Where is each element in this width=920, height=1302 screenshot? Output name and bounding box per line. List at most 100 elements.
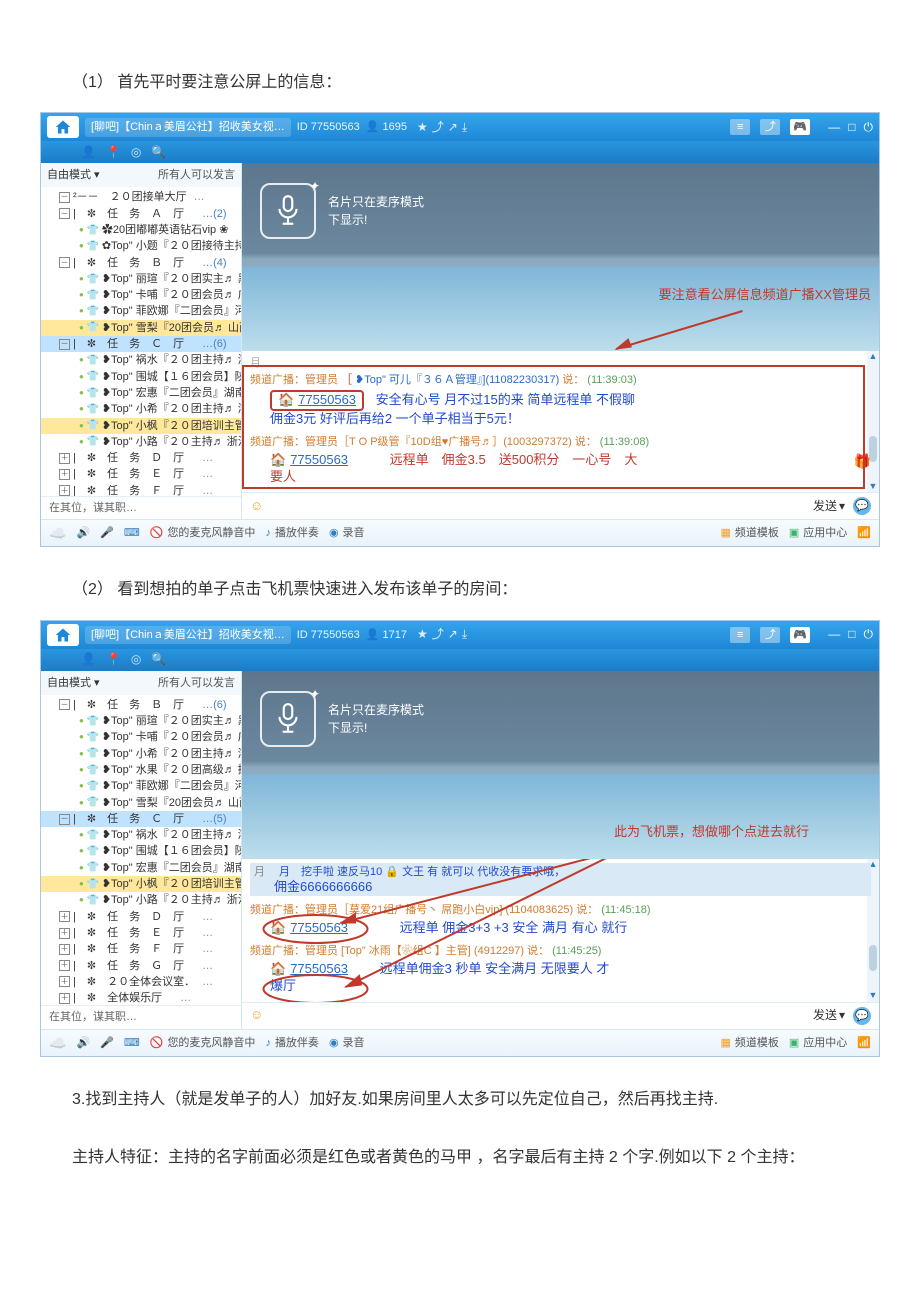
emoji-icon[interactable]: ☺ (250, 498, 263, 515)
chat-bubble-icon[interactable]: 💬 (853, 1007, 871, 1025)
title-tab[interactable]: [聊吧]【Chinａ美眉公社】招收美女视… (85, 626, 291, 644)
tree-node[interactable]: －| ✼ 任 务 Ｃ 厅 …(5) (41, 811, 241, 827)
tree-node[interactable]: ●👕❥Top" 宏惠『二团会员』湖南6 (41, 860, 241, 876)
mic-mute-icon[interactable]: 🎤 (100, 526, 114, 540)
tree-node[interactable]: ●👕❥Top" 宏惠『二团会员』湖南6 (41, 385, 241, 401)
mode-select[interactable]: 自由模式 ▾ (47, 168, 100, 182)
record-icon[interactable]: ◉ (329, 1036, 339, 1050)
close-button[interactable]: ⏻ (864, 120, 874, 136)
channel-tree[interactable]: －²－－ ２０团接单大厅…－| ✼ 任 务 Ａ 厅 …(2)●👕✿20团嘟嘟英语… (41, 187, 241, 496)
tree-node[interactable]: ●👕❥Top" 卡哺『２０团会员♬ 广东 (41, 729, 241, 745)
expand-toggle-icon[interactable]: ＋ (59, 485, 70, 496)
tree-node[interactable]: ＋| ✼ 任 务 Ｇ 厅 … (41, 958, 241, 974)
tree-node[interactable]: －| ✼ 任 务 Ｂ 厅 …(4) (41, 255, 241, 271)
tree-node[interactable]: ●👕❥Top" 小希『２０团主持♬ 湖南 (41, 401, 241, 417)
apps-icon[interactable]: ▣ (789, 1036, 799, 1050)
person-icon[interactable]: 👤 (81, 145, 96, 161)
tree-node[interactable]: ＋| ✼ 任 务 Ｄ 厅 … (41, 450, 241, 466)
expand-toggle-icon[interactable]: － (59, 208, 70, 219)
gamepad-icon[interactable]: 🎮 (790, 119, 810, 135)
expand-toggle-icon[interactable]: ＋ (59, 944, 70, 955)
tree-node[interactable]: ●👕❥Top" 丽瑄『２０团实主♬ 黑龙 (41, 271, 241, 287)
tree-node[interactable]: －| ✼ 任 务 Ｃ 厅 …(6) (41, 336, 241, 352)
speaker-icon[interactable]: 🔊 (76, 526, 90, 540)
ticket-link-2[interactable]: 🏠 77550563 (270, 452, 348, 469)
mode-select[interactable]: 自由模式 ▾ (47, 676, 100, 690)
gamepad-icon[interactable]: 🎮 (790, 627, 810, 643)
share-up-icon[interactable]: ⤴ (760, 627, 780, 643)
expand-toggle-icon[interactable]: － (59, 192, 70, 203)
expand-toggle-icon[interactable]: － (59, 814, 70, 825)
search-icon[interactable]: 🔍 (151, 145, 166, 161)
target-icon[interactable]: ◎ (131, 145, 141, 161)
chat-bubble-icon[interactable]: 💬 (853, 497, 871, 515)
tree-node[interactable]: ＋| ✼ 任 务 Ｆ 厅 … (41, 941, 241, 957)
tree-node[interactable]: ●👕✿Top" 小题『２０团接待主持♬ 支 (41, 238, 241, 254)
admin-name-1[interactable]: ❥Top" 可儿『３６Ａ管理』](11082230317) (355, 373, 559, 387)
tree-node[interactable]: ●👕❥Top" 小枫『２０团培训主管♬ (41, 876, 241, 892)
speaker-icon[interactable]: 🔊 (76, 1036, 90, 1050)
minimize-button[interactable]: — (828, 627, 840, 643)
send-button[interactable]: 发送 ▾ (813, 1008, 845, 1024)
pin-icon[interactable]: 📍 (106, 652, 121, 668)
target-icon[interactable]: ◎ (131, 652, 141, 668)
tree-node[interactable]: ●👕❥Top" 小路『２０主持♬ 浙江 ‖ (41, 892, 241, 908)
ticket-link-4[interactable]: 🏠 77550563 (270, 961, 348, 978)
expand-toggle-icon[interactable]: ＋ (59, 976, 70, 987)
template-icon[interactable]: ▦ (720, 1036, 730, 1050)
tree-node[interactable]: ●👕❥Top" 菲欧娜『二团会员』河北 (41, 303, 241, 319)
tree-node[interactable]: ●👕❥Top" 菲欧娜『二团会员』河北 (41, 778, 241, 794)
tree-node[interactable]: ●👕❥Top" 小希『２０团主持♬ 湖南 (41, 746, 241, 762)
tree-node[interactable]: ＋| ✼ 任 务 Ｆ 厅 … (41, 483, 241, 496)
mic-mute-icon[interactable]: 🎤 (100, 1036, 114, 1050)
expand-toggle-icon[interactable]: ＋ (59, 928, 70, 939)
expand-toggle-icon[interactable]: ＋ (59, 911, 70, 922)
tree-node[interactable]: ●👕❥Top" 祸水『２０团主持♬ 湖 (41, 352, 241, 368)
apps-icon[interactable]: ▣ (789, 526, 799, 540)
maximize-button[interactable]: □ (848, 627, 855, 643)
tree-node[interactable]: ●👕❥Top" 小枫『２０团培训主管♬ (41, 418, 241, 434)
expand-toggle-icon[interactable]: － (59, 339, 70, 350)
person-icon[interactable]: 👤 (81, 652, 96, 668)
tree-node[interactable]: ●👕❥Top" 雪梨『20团会员♬ 山西省 (41, 795, 241, 811)
channel-tree[interactable]: －| ✼ 任 务 Ｂ 厅 …(6)●👕❥Top" 丽瑄『２０团实主♬ 黑龙●👕❥… (41, 695, 241, 1006)
list-icon[interactable]: ≡ (730, 119, 750, 135)
template-icon[interactable]: ▦ (720, 526, 730, 540)
record-icon[interactable]: ◉ (329, 526, 339, 540)
tree-node[interactable]: ●👕❥Top" 围城【１６团会员】陕❤ (41, 843, 241, 859)
close-button[interactable]: ⏻ (864, 627, 874, 643)
tree-node[interactable]: －| ✼ 任 务 Ａ 厅 …(2) (41, 206, 241, 222)
emoji-icon[interactable]: ☺ (250, 1007, 263, 1024)
expand-toggle-icon[interactable]: ＋ (59, 960, 70, 971)
pin-icon[interactable]: 📍 (106, 145, 121, 161)
ticket-link-3[interactable]: 🏠 77550563 (270, 920, 348, 937)
tree-node[interactable]: ●👕✿20团嘟嘟英语钻石vip ❀ (41, 222, 241, 238)
favorite-icons[interactable]: ★⤴↗⤓ (417, 120, 467, 136)
expand-toggle-icon[interactable]: － (59, 699, 70, 710)
tree-node[interactable]: ●👕❥Top" 卡哺『２０团会员♬ 广东 (41, 287, 241, 303)
tree-node[interactable]: －| ✼ 任 务 Ｂ 厅 …(6) (41, 697, 241, 713)
tree-node[interactable]: ＋| ✼ 任 务 Ｅ 厅 … (41, 466, 241, 482)
tree-node[interactable]: ＋| ✼ 任 务 Ｅ 厅 … (41, 925, 241, 941)
expand-toggle-icon[interactable]: ＋ (59, 993, 70, 1004)
favorite-icons[interactable]: ★⤴↗⤓ (417, 627, 467, 643)
keyboard-icon[interactable]: ⌨ (124, 1036, 140, 1050)
tree-node[interactable]: ●👕❥Top" 祸水『２０团主持♬ 湖 (41, 827, 241, 843)
tree-node[interactable]: ＋| ✼ 任 务 Ｄ 厅 … (41, 909, 241, 925)
home-icon[interactable] (47, 116, 79, 138)
tree-node[interactable]: ＋| ✼ ２０全体会议室．… (41, 974, 241, 990)
title-tab[interactable]: [聊吧]【Chinａ美眉公社】招收美女视… (85, 118, 291, 136)
tree-node[interactable]: ●👕❥Top" 围城【１６团会员】陕❤ (41, 369, 241, 385)
send-button[interactable]: 发送 ▾ (813, 499, 845, 515)
music-icon[interactable]: ♪ (265, 1036, 271, 1050)
maximize-button[interactable]: □ (848, 120, 855, 136)
tree-node[interactable]: －²－－ ２０团接单大厅… (41, 189, 241, 205)
minimize-button[interactable]: — (828, 120, 840, 136)
tree-node[interactable]: ＋| ✼ 全体娱乐厅 … (41, 990, 241, 1005)
share-up-icon[interactable]: ⤴ (760, 119, 780, 135)
music-icon[interactable]: ♪ (265, 526, 271, 540)
home-icon[interactable] (47, 624, 79, 646)
tree-node[interactable]: ●👕❥Top" 丽瑄『２０团实主♬ 黑龙 (41, 713, 241, 729)
expand-toggle-icon[interactable]: － (59, 257, 70, 268)
tree-node[interactable]: ●👕❥Top" 小路『２０主持♬ 浙江 ‖ (41, 434, 241, 450)
